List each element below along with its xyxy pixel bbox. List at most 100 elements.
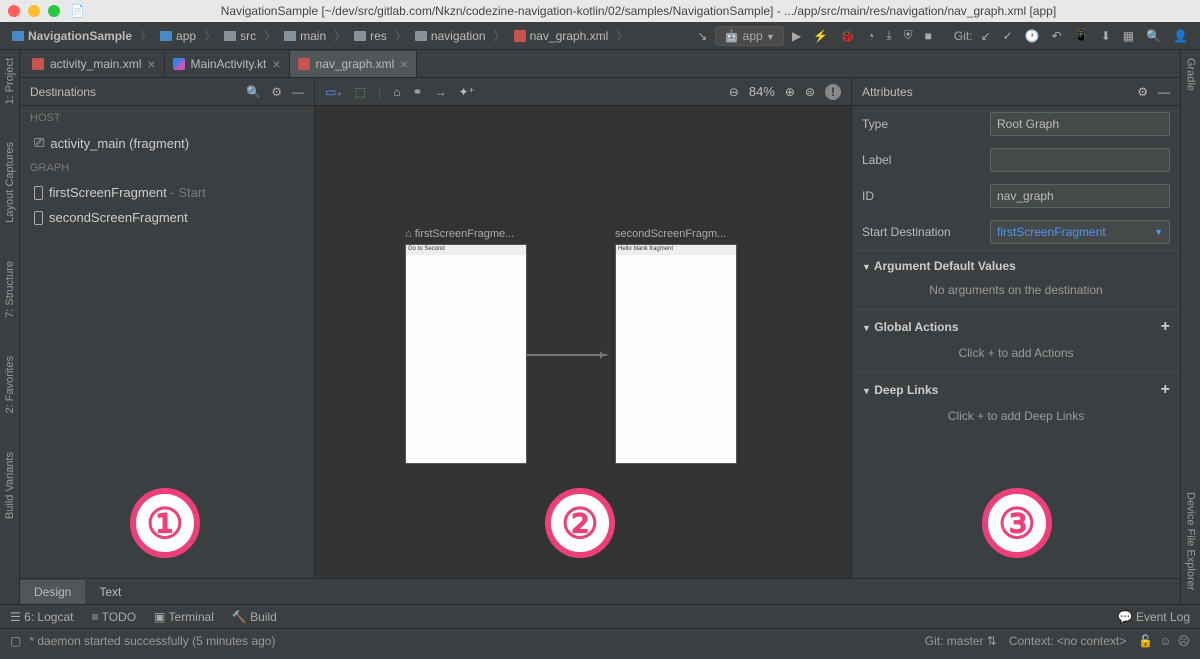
zoom-out-icon[interactable]: ⊖ [729, 85, 739, 99]
file-icon: 📄 [70, 4, 85, 18]
coverage-icon[interactable]: ⛨ [900, 28, 917, 43]
run-icon[interactable]: ▶ [788, 29, 805, 43]
attr-start-select[interactable]: firstScreenFragment▼ [990, 220, 1170, 244]
graph-item-second[interactable]: secondScreenFragment [20, 205, 314, 230]
rail-layout-captures[interactable]: Layout Captures [4, 138, 16, 227]
minimize-icon[interactable] [28, 5, 40, 17]
nested-graph-icon[interactable]: ⬚ [355, 85, 366, 99]
minimize-icon[interactable]: — [292, 85, 304, 99]
sync-icon[interactable]: ↘ [693, 29, 711, 43]
todo-tab[interactable]: ≡ TODO [91, 610, 136, 624]
structure-icon[interactable]: ▦ [1119, 29, 1138, 43]
revert-icon[interactable]: ↶ [1048, 29, 1066, 43]
annotation-1: ① [130, 488, 200, 558]
rail-build-variants[interactable]: Build Variants [4, 448, 16, 523]
status-icon[interactable]: ▢ [10, 634, 21, 648]
canvas-toolbar: ▭₊ ⬚ | ⌂ ⚭ → ✦⁺ ⊖ 84% ⊕ ⊜ ! [315, 78, 851, 106]
folder-icon [224, 31, 236, 41]
text-tab[interactable]: Text [85, 580, 135, 604]
build-tab[interactable]: 🔨 Build [232, 610, 277, 624]
window-title: NavigationSample [~/dev/src/gitlab.com/N… [85, 4, 1192, 18]
breadcrumb-res[interactable]: res [350, 27, 391, 45]
breadcrumb-navigation[interactable]: navigation [411, 27, 490, 45]
gear-icon[interactable]: ⚙ [1137, 85, 1148, 99]
kotlin-icon [173, 58, 185, 70]
screen-second[interactable]: secondScreenFragm... Hello blank fragmen… [615, 228, 737, 464]
tab-nav-graph[interactable]: nav_graph.xml × [290, 51, 418, 77]
attach-icon[interactable]: ⤓ [882, 28, 895, 43]
apply-icon[interactable]: ⚡ [809, 29, 832, 43]
zoom-fit-icon[interactable]: ⊜ [805, 85, 815, 99]
screen-text: Hello blank fragment [616, 245, 736, 255]
stop-icon[interactable]: ■ [921, 29, 936, 43]
face-warn-icon[interactable]: ☹ [1177, 634, 1190, 648]
rail-device-explorer[interactable]: Device File Explorer [1185, 488, 1197, 594]
debug-icon[interactable]: 🐞 [836, 29, 859, 43]
close-icon[interactable] [8, 5, 20, 17]
breadcrumb-src[interactable]: src [220, 27, 260, 45]
host-item[interactable]: ⎚ activity_main (fragment) [20, 130, 314, 156]
warning-icon[interactable]: ! [825, 84, 841, 100]
zoom-in-icon[interactable]: ⊕ [785, 85, 795, 99]
right-tool-rail: Gradle Device File Explorer [1180, 50, 1200, 604]
nav-canvas[interactable]: ▭₊ ⬚ | ⌂ ⚭ → ✦⁺ ⊖ 84% ⊕ ⊜ ! [315, 78, 852, 578]
terminal-tab[interactable]: ▣ Terminal [154, 610, 214, 624]
tab-activity-main[interactable]: activity_main.xml × [24, 51, 165, 77]
logcat-tab[interactable]: ☰ 6: Logcat [10, 610, 73, 624]
breadcrumb-main[interactable]: main [280, 27, 330, 45]
maximize-icon[interactable] [48, 5, 60, 17]
attr-label-input[interactable] [990, 148, 1170, 172]
close-icon[interactable]: × [400, 56, 408, 72]
tab-main-activity[interactable]: MainActivity.kt × [165, 51, 290, 77]
sdk-icon[interactable]: ⬇ [1097, 29, 1115, 43]
graph-item-first[interactable]: firstScreenFragment - Start [20, 180, 314, 205]
design-tab[interactable]: Design [20, 580, 85, 604]
destinations-header: Destinations 🔍 ⚙ — [20, 78, 314, 106]
attr-id-input[interactable] [990, 184, 1170, 208]
git-branch[interactable]: Git: master ⇅ [925, 634, 997, 648]
close-icon[interactable]: × [272, 56, 280, 72]
screen-first[interactable]: ⌂ firstScreenFragme... Go to Second [405, 228, 527, 464]
navigation-bar: NavigationSample 〉 app 〉 src 〉 main 〉 re… [0, 22, 1200, 50]
attr-id-label: ID [862, 189, 982, 203]
rail-project[interactable]: 1: Project [4, 54, 16, 108]
git-commit-icon[interactable]: ✓ [999, 29, 1017, 43]
attr-start-label: Start Destination [862, 225, 982, 239]
arrow-icon[interactable]: → [434, 85, 446, 99]
add-deeplink-icon[interactable]: + [1161, 381, 1170, 399]
dest-item-name: firstScreenFragment [49, 185, 167, 200]
args-sub: No arguments on the destination [862, 279, 1170, 301]
xml-icon [32, 58, 44, 70]
close-icon[interactable]: × [147, 56, 155, 72]
breadcrumb-file[interactable]: nav_graph.xml [510, 27, 613, 45]
link-icon[interactable]: ⚭ [412, 85, 422, 99]
run-config[interactable]: 🤖 app ▼ [715, 26, 784, 46]
rail-favorites[interactable]: 2: Favorites [4, 352, 16, 417]
home-icon[interactable]: ⌂ [393, 85, 400, 99]
nav-action-arrow[interactable] [527, 354, 607, 356]
add-action-icon[interactable]: + [1161, 318, 1170, 336]
rail-structure[interactable]: 7: Structure [4, 257, 16, 322]
minimize-icon[interactable]: — [1158, 85, 1170, 99]
rail-gradle[interactable]: Gradle [1185, 54, 1197, 95]
context-widget[interactable]: Context: <no context> [1009, 634, 1126, 648]
breadcrumb-project[interactable]: NavigationSample [8, 27, 136, 45]
gear-icon[interactable]: ⚙ [271, 85, 282, 99]
avd-icon[interactable]: 📱 [1070, 29, 1093, 43]
history-icon[interactable]: 🕐 [1021, 29, 1044, 43]
add-destination-icon[interactable]: ▭₊ [325, 85, 343, 99]
canvas-content[interactable]: ⌂ firstScreenFragme... Go to Second seco… [315, 106, 851, 578]
search-icon[interactable]: 🔍 [246, 85, 261, 99]
breadcrumb-module[interactable]: app [156, 27, 200, 45]
attr-type-input[interactable] [990, 112, 1170, 136]
profile-icon[interactable]: ◔ [863, 29, 878, 43]
tab-label: nav_graph.xml [316, 57, 395, 71]
git-update-icon[interactable]: ↙ [977, 29, 995, 43]
auto-arrange-icon[interactable]: ✦⁺ [458, 85, 474, 99]
event-log-tab[interactable]: 💬 Event Log [1118, 610, 1190, 624]
user-icon[interactable]: 👤 [1169, 29, 1192, 43]
face-ok-icon[interactable]: ☺ [1159, 634, 1171, 648]
lock-icon[interactable]: 🔓 [1138, 634, 1153, 648]
traffic-lights[interactable] [8, 5, 60, 17]
search-icon[interactable]: 🔍 [1142, 29, 1165, 43]
